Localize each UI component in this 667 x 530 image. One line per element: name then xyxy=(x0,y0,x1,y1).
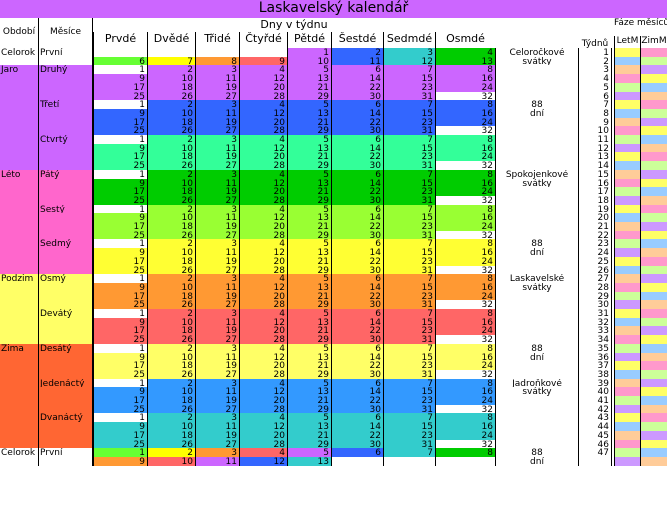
title-bar: Laskavelský kalendář xyxy=(0,0,667,18)
header-day: Osmdé xyxy=(435,32,495,48)
header-mesice: Měsíce xyxy=(39,18,93,48)
header-faze: Fáze měsíců xyxy=(614,18,667,35)
month-cell xyxy=(39,456,93,467)
side-label: dní xyxy=(495,456,578,467)
phase-zimm xyxy=(640,456,667,467)
day-cell xyxy=(435,456,495,467)
season-cell xyxy=(0,456,39,467)
header-day: Třidé xyxy=(195,32,239,48)
day-cell: 9 xyxy=(93,456,147,467)
day-cell xyxy=(383,456,435,467)
header-day: Pětdé xyxy=(287,32,331,48)
header-day: Dvědé xyxy=(147,32,195,48)
day-cell: 11 xyxy=(195,456,239,467)
header-obdobi: Období xyxy=(0,18,39,48)
phase-letm xyxy=(614,456,640,467)
header-day: Čtyřdé xyxy=(239,32,287,48)
week-cell xyxy=(578,456,612,467)
header-day: Prvdé xyxy=(93,32,147,48)
header-day: Šestdé xyxy=(331,32,383,48)
day-cell: 10 xyxy=(147,456,195,467)
header-tydnu: Týdnů xyxy=(578,18,612,48)
calendar-sheet: Laskavelský kalendář Období Měsíce Dny v tý… xyxy=(0,0,667,530)
day-cell: 12 xyxy=(239,456,287,467)
day-cell xyxy=(331,456,383,467)
day-cell: 13 xyxy=(287,456,331,467)
header-day: Sedmdé xyxy=(383,32,435,48)
